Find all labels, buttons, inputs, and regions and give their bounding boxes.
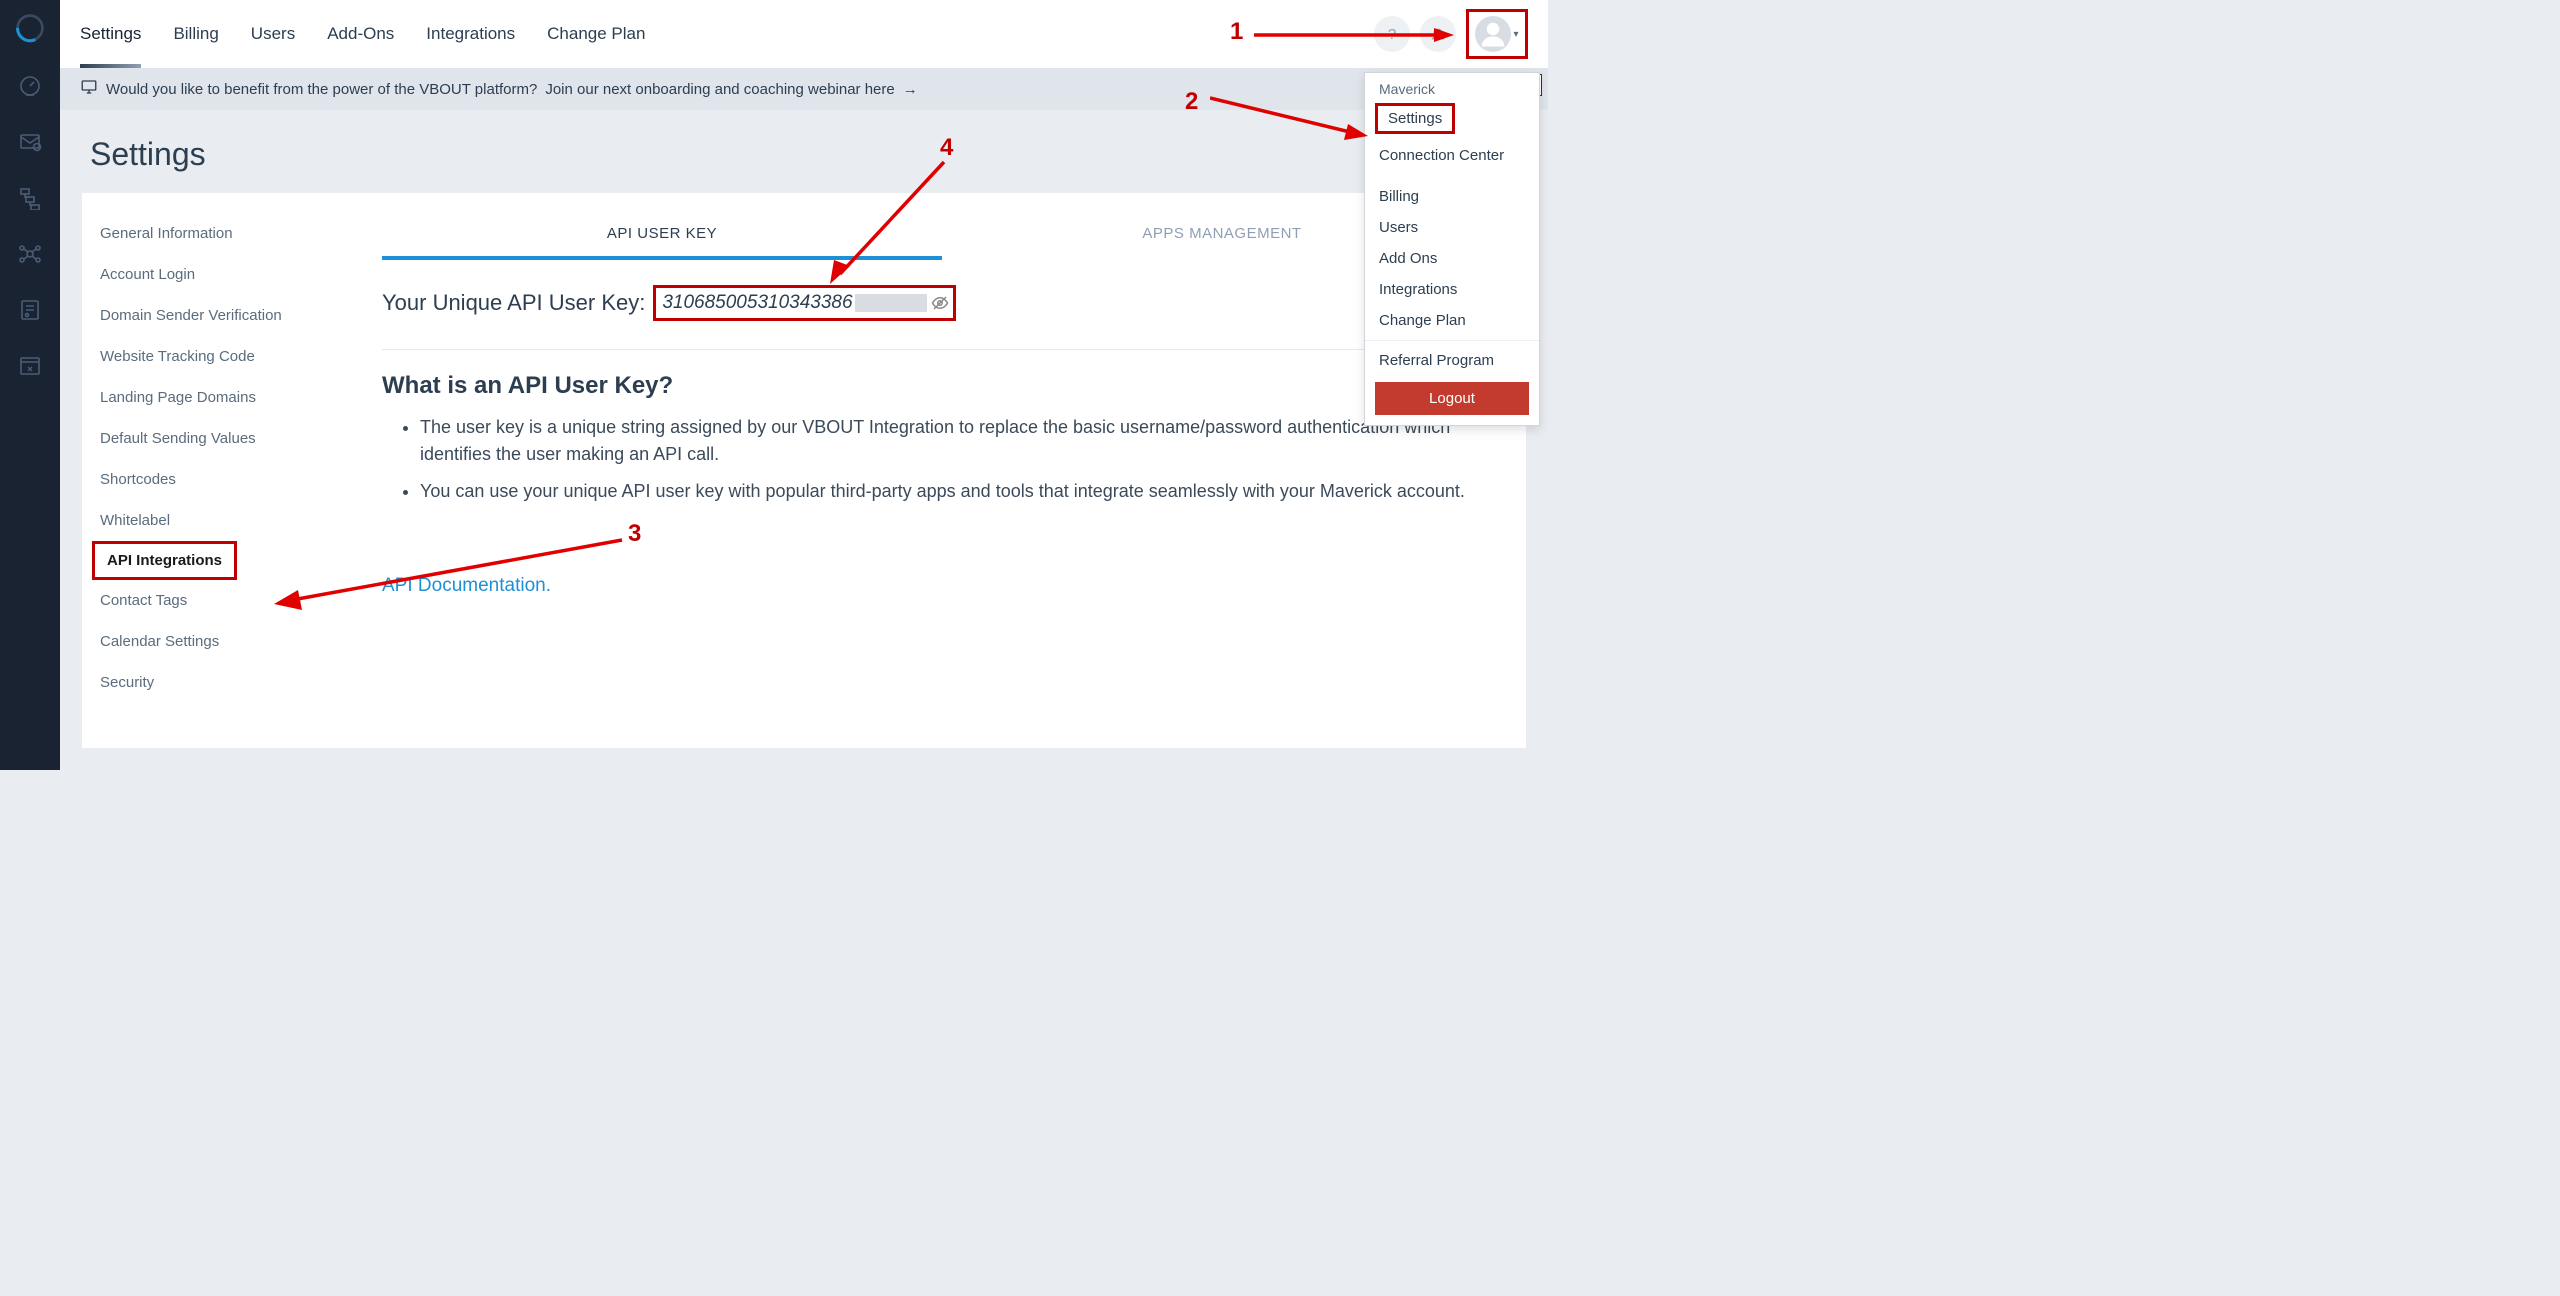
dropdown-logout[interactable]: Logout — [1375, 382, 1529, 415]
left-rail — [0, 0, 60, 770]
nav-tracking-code[interactable]: Website Tracking Code — [82, 336, 358, 377]
reveal-key-icon[interactable] — [931, 294, 949, 312]
onboarding-banner: Would you like to benefit from the power… — [60, 68, 1548, 110]
panel-tabs: API USER KEY APPS MANAGEMENT — [382, 211, 1502, 261]
tab-settings[interactable]: Settings — [80, 0, 141, 68]
dropdown-settings[interactable]: Settings — [1375, 103, 1455, 134]
api-key-value: 310685005310343386 — [662, 292, 852, 314]
panel-tab-api-user-key[interactable]: API USER KEY — [382, 211, 942, 260]
tab-integrations[interactable]: Integrations — [426, 0, 515, 68]
nav-general-information[interactable]: General Information — [82, 213, 358, 254]
chevron-down-icon: ▾ — [1513, 29, 1518, 40]
dropdown-billing[interactable]: Billing — [1365, 181, 1539, 212]
top-tabs-right: ? ▾ — [1374, 9, 1528, 59]
nav-landing-domains[interactable]: Landing Page Domains — [82, 377, 358, 418]
nav-api-integrations[interactable]: API Integrations — [92, 541, 237, 580]
forms-icon[interactable] — [16, 296, 44, 324]
dropdown-connection-center[interactable]: Connection Center — [1365, 140, 1539, 171]
api-key-value-box: 310685005310343386 — [653, 285, 955, 321]
help-icon[interactable]: ? — [1374, 16, 1410, 52]
banner-text: Would you like to benefit from the power… — [106, 81, 537, 98]
api-key-row: Your Unique API User Key: 31068500531034… — [382, 285, 1502, 321]
dropdown-add-ons[interactable]: Add Ons — [1365, 243, 1539, 274]
divider — [382, 349, 1502, 350]
content-wrap: General Information Account Login Domain… — [60, 193, 1548, 770]
tab-billing[interactable]: Billing — [173, 0, 218, 68]
browser-icon[interactable] — [16, 352, 44, 380]
main-column: Settings Billing Users Add-Ons Integrati… — [60, 0, 1548, 770]
what-is-heading: What is an API User Key? — [382, 372, 1502, 400]
avatar-button[interactable]: ▾ — [1466, 9, 1528, 59]
banner-link[interactable]: Join our next onboarding and coaching we… — [545, 81, 894, 98]
account-dropdown: Maverick Settings Connection Center Bill… — [1364, 72, 1540, 426]
dropdown-referral[interactable]: Referral Program — [1365, 345, 1539, 376]
nav-default-sending[interactable]: Default Sending Values — [82, 418, 358, 459]
tab-change-plan[interactable]: Change Plan — [547, 0, 645, 68]
dropdown-change-plan[interactable]: Change Plan — [1365, 305, 1539, 336]
description-list: The user key is a unique string assigned… — [382, 414, 1502, 505]
api-key-label: Your Unique API User Key: — [382, 290, 645, 316]
tab-users[interactable]: Users — [251, 0, 295, 68]
arrow-right-icon: → — [903, 81, 918, 98]
api-key-masked — [855, 294, 927, 312]
api-documentation-link[interactable]: API Documentation. — [382, 575, 551, 597]
tab-addons[interactable]: Add-Ons — [327, 0, 394, 68]
pipeline-icon[interactable] — [16, 184, 44, 212]
nav-contact-tags[interactable]: Contact Tags — [82, 580, 358, 621]
brand-logo-icon[interactable] — [14, 12, 46, 44]
dashboard-icon[interactable] — [16, 72, 44, 100]
nav-security[interactable]: Security — [82, 662, 358, 703]
dropdown-integrations[interactable]: Integrations — [1365, 274, 1539, 305]
top-tabs-left: Settings Billing Users Add-Ons Integrati… — [80, 0, 645, 68]
notifications-icon[interactable] — [1420, 16, 1456, 52]
bullet-2: You can use your unique API user key wit… — [420, 478, 1502, 505]
nav-calendar-settings[interactable]: Calendar Settings — [82, 621, 358, 662]
email-icon[interactable] — [16, 128, 44, 156]
top-tabs: Settings Billing Users Add-Ons Integrati… — [60, 0, 1548, 68]
dropdown-account-name: Maverick — [1365, 73, 1539, 101]
automation-icon[interactable] — [16, 240, 44, 268]
nav-domain-sender[interactable]: Domain Sender Verification — [82, 295, 358, 336]
content: General Information Account Login Domain… — [82, 193, 1526, 748]
monitor-icon — [80, 78, 98, 100]
nav-shortcodes[interactable]: Shortcodes — [82, 459, 358, 500]
nav-whitelabel[interactable]: Whitelabel — [82, 500, 358, 541]
page-title: Settings — [60, 110, 1548, 193]
app-root: Settings Billing Users Add-Ons Integrati… — [0, 0, 1548, 770]
dropdown-users[interactable]: Users — [1365, 212, 1539, 243]
avatar-icon — [1475, 16, 1511, 52]
main-panel: API USER KEY APPS MANAGEMENT Your Unique… — [358, 193, 1526, 748]
settings-sidebar: General Information Account Login Domain… — [82, 193, 358, 748]
nav-account-login[interactable]: Account Login — [82, 254, 358, 295]
bullet-1: The user key is a unique string assigned… — [420, 414, 1502, 468]
